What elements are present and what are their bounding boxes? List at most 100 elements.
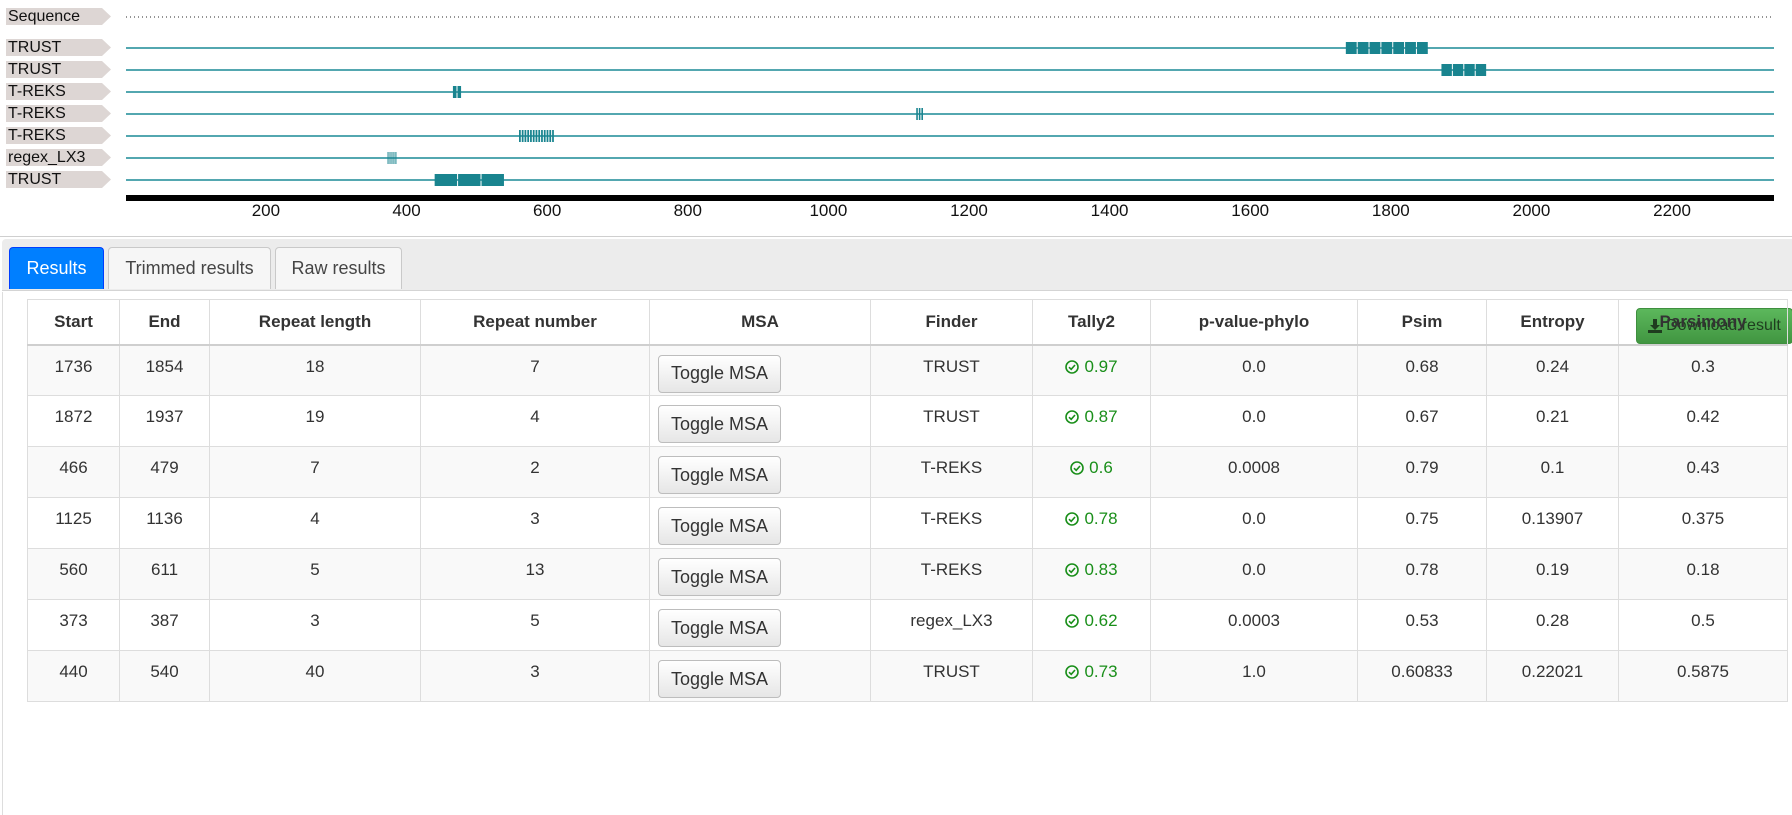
tab-trimmed-results[interactable]: Trimmed results [108, 247, 271, 289]
repeat-unit-block[interactable] [921, 108, 923, 120]
toggle-msa-button[interactable]: Toggle MSA [658, 558, 781, 596]
track-label: TRUST [6, 61, 111, 78]
cell-msa: Toggle MSA [649, 446, 871, 498]
cell-repeat-number: 4 [420, 395, 650, 447]
tally2-value: 0.6 [1070, 458, 1113, 478]
cell-repeat-length: 3 [209, 599, 421, 651]
repeat-unit-block[interactable] [1345, 42, 1357, 54]
header-repeat-number[interactable]: Repeat number [420, 299, 650, 346]
repeat-unit-block[interactable] [549, 130, 552, 142]
cell-msa: Toggle MSA [649, 548, 871, 600]
cell-entropy: 0.1 [1486, 446, 1619, 498]
cell-finder: T-REKS [870, 497, 1033, 549]
header-tally2[interactable]: Tally2 [1032, 299, 1151, 346]
cell-end: 1136 [119, 497, 210, 549]
repeat-unit-block[interactable] [1381, 42, 1393, 54]
header-start[interactable]: Start [27, 299, 120, 346]
cell-end: 611 [119, 548, 210, 600]
sequence-track-viewer: 200 400 600 800 1000 1200 1400 1600 1800 2000 2200… [0, 0, 1792, 236]
repeat-unit-block[interactable] [1393, 42, 1405, 54]
repeat-unit-block[interactable] [519, 130, 521, 142]
repeat-unit-block[interactable] [452, 86, 457, 98]
cell-tally2: 0.83 [1032, 548, 1151, 600]
repeat-unit-block[interactable] [1416, 42, 1428, 54]
tally2-value: 0.62 [1065, 611, 1118, 631]
repeat-unit-block[interactable] [481, 174, 504, 186]
repeat-unit-block[interactable] [1357, 42, 1369, 54]
cell-parsimony: 0.375 [1618, 497, 1788, 549]
cell-msa: Toggle MSA [649, 395, 871, 447]
track-label: T-REKS [6, 83, 111, 100]
toggle-msa-button[interactable]: Toggle MSA [658, 660, 781, 698]
cell-start: 560 [27, 548, 120, 600]
tab-raw-results[interactable]: Raw results [275, 247, 402, 289]
repeat-unit-block[interactable] [1441, 64, 1452, 76]
repeat-unit-block[interactable] [387, 152, 389, 164]
repeat-unit-block[interactable] [521, 130, 524, 142]
repeat-unit-block[interactable] [538, 130, 541, 142]
header-entropy[interactable]: Entropy [1486, 299, 1619, 346]
repeat-unit-block[interactable] [395, 152, 397, 164]
toggle-msa-button[interactable]: Toggle MSA [658, 354, 781, 393]
cell-p-value-phylo: 0.0 [1150, 344, 1358, 396]
axis-tick-label: 600 [533, 201, 561, 220]
cell-start: 1872 [27, 395, 120, 447]
check-circle-icon [1065, 665, 1080, 679]
cell-p-value-phylo: 0.0 [1150, 548, 1358, 600]
repeat-unit-block[interactable] [552, 130, 554, 142]
cell-repeat-length: 4 [209, 497, 421, 549]
table-row: 1736 1854 18 7 Toggle MSA TRUST 0.97 0.0 0.68 0.2… [27, 344, 1788, 396]
header-finder[interactable]: Finder [870, 299, 1033, 346]
cell-repeat-number: 3 [420, 497, 650, 549]
repeat-unit-block[interactable] [524, 130, 527, 142]
cell-finder: TRUST [870, 395, 1033, 447]
repeat-unit-block[interactable] [1452, 64, 1464, 76]
tally2-score: 0.83 [1084, 560, 1118, 579]
repeat-unit-block[interactable] [393, 152, 395, 164]
cell-end: 540 [119, 650, 210, 702]
repeat-unit-block[interactable] [389, 152, 391, 164]
check-circle-icon [1065, 563, 1080, 577]
tab-results[interactable]: Results [9, 247, 104, 289]
header-p-value-phylo[interactable]: p-value-phylo [1150, 299, 1358, 346]
header-psim[interactable]: Psim [1357, 299, 1487, 346]
table-row: 1872 1937 19 4 Toggle MSA TRUST 0.87 0.0 0.67 0.2… [27, 395, 1788, 447]
repeat-unit-block[interactable] [457, 86, 462, 98]
repeat-unit-block[interactable] [391, 152, 393, 164]
toggle-msa-button[interactable]: Toggle MSA [658, 609, 781, 647]
repeat-unit-block[interactable] [532, 130, 535, 142]
header-repeat-length[interactable]: Repeat length [209, 299, 421, 346]
cell-p-value-phylo: 0.0003 [1150, 599, 1358, 651]
check-circle-icon [1070, 461, 1084, 475]
axis-tick-label: 200 [252, 201, 280, 220]
repeat-unit-block[interactable] [1405, 42, 1416, 54]
header-parsimony[interactable]: Parsimony [1618, 299, 1788, 346]
repeat-unit-block[interactable] [458, 174, 481, 186]
cell-end: 479 [119, 446, 210, 498]
axis-tick-label: 1800 [1372, 201, 1410, 220]
repeat-unit-block[interactable] [543, 130, 546, 142]
header-end[interactable]: End [119, 299, 210, 346]
axis-tick-label: 2200 [1653, 201, 1691, 220]
repeat-unit-block[interactable] [918, 108, 921, 120]
header-msa[interactable]: MSA [649, 299, 871, 346]
cell-p-value-phylo: 0.0 [1150, 497, 1358, 549]
repeat-unit-block[interactable] [530, 130, 532, 142]
repeat-unit-block[interactable] [546, 130, 549, 142]
toggle-msa-button[interactable]: Toggle MSA [658, 456, 781, 494]
repeat-unit-block[interactable] [535, 130, 538, 142]
cell-psim: 0.60833 [1357, 650, 1487, 702]
toggle-msa-button[interactable]: Toggle MSA [658, 507, 781, 545]
repeat-unit-block[interactable] [1475, 64, 1487, 76]
repeat-unit-block[interactable] [527, 130, 530, 142]
repeat-unit-block[interactable] [916, 108, 918, 120]
cell-parsimony: 0.5875 [1618, 650, 1788, 702]
cell-start: 440 [27, 650, 120, 702]
repeat-unit-block[interactable] [434, 174, 458, 186]
repeat-unit-block[interactable] [1464, 64, 1475, 76]
repeat-unit-block[interactable] [541, 130, 543, 142]
check-circle-icon [1065, 359, 1080, 374]
cell-entropy: 0.28 [1486, 599, 1619, 651]
toggle-msa-button[interactable]: Toggle MSA [658, 405, 781, 443]
repeat-unit-block[interactable] [1369, 42, 1381, 54]
